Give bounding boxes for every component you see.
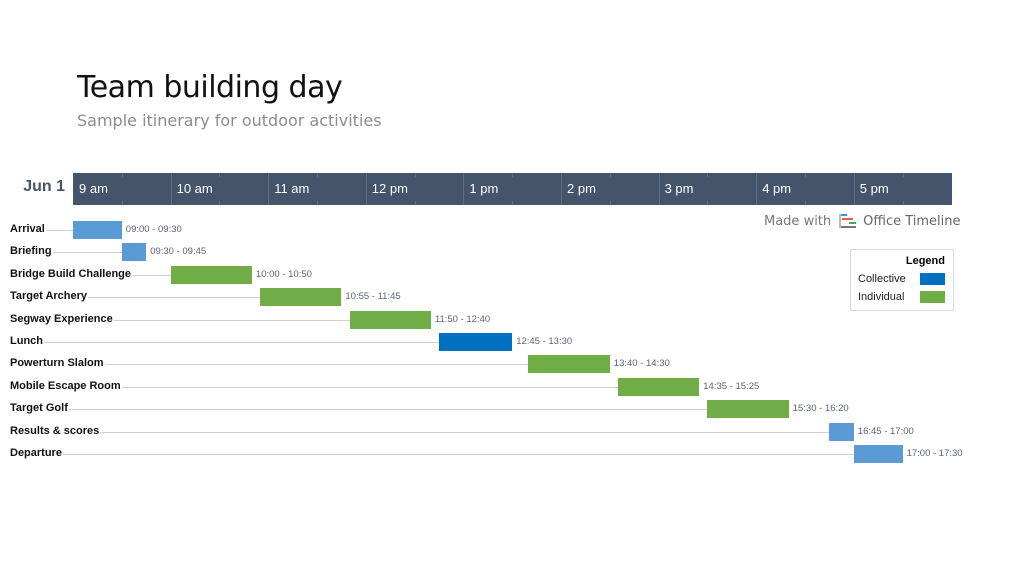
made-with-text: Made with bbox=[764, 213, 832, 229]
row-connector-line bbox=[10, 342, 439, 343]
task-time-label: 09:30 - 09:45 bbox=[150, 246, 207, 258]
hour-tick bbox=[853, 173, 855, 205]
task-bar[interactable] bbox=[260, 288, 342, 307]
half-hour-tick bbox=[609, 201, 611, 205]
half-hour-tick bbox=[414, 173, 416, 177]
task-time-label: 17:00 - 17:30 bbox=[906, 448, 963, 459]
office-timeline-logo-icon bbox=[837, 213, 857, 229]
half-hour-tick bbox=[219, 173, 221, 177]
hour-tick bbox=[268, 173, 270, 205]
legend-swatch-collective bbox=[920, 273, 945, 285]
half-hour-tick bbox=[805, 173, 806, 177]
task-time-label: 16:45 - 17:00 bbox=[857, 425, 914, 437]
hour-tick-label: 11 am bbox=[274, 181, 310, 196]
legend-item-collective: Collective bbox=[858, 273, 906, 285]
task-name: Lunch bbox=[10, 335, 44, 347]
task-time-label: 14:35 - 15:25 bbox=[703, 380, 760, 392]
half-hour-tick bbox=[512, 173, 514, 177]
half-hour-tick bbox=[902, 173, 904, 177]
hour-tick bbox=[365, 173, 367, 205]
half-hour-tick bbox=[317, 173, 318, 177]
task-name: Target Golf bbox=[10, 402, 69, 415]
hour-tick-label: 12 pm bbox=[371, 181, 408, 196]
half-hour-tick bbox=[512, 201, 514, 205]
task-name: Segway Experience bbox=[10, 312, 114, 325]
made-with-watermark: Made with Office Timeline bbox=[764, 213, 961, 229]
task-bar[interactable] bbox=[617, 377, 700, 396]
hour-tick-label: 3 pm bbox=[664, 181, 694, 196]
office-timeline-brand: Office Timeline bbox=[863, 213, 961, 229]
task-bar[interactable] bbox=[73, 221, 122, 239]
task-time-label: 12:45 - 13:30 bbox=[516, 336, 573, 347]
task-time-label: 15:30 - 16:20 bbox=[792, 403, 849, 415]
row-connector-line bbox=[10, 409, 708, 411]
task-time-label: 10:00 - 10:50 bbox=[255, 268, 312, 280]
date-label: Jun 1 bbox=[23, 178, 65, 195]
task-time-label: 13:40 - 14:30 bbox=[613, 358, 670, 370]
half-hour-tick bbox=[707, 173, 709, 177]
task-name: Arrival bbox=[10, 223, 46, 235]
task-name: Target Archery bbox=[10, 290, 89, 303]
hour-tick-label: 2 pm bbox=[567, 181, 596, 196]
task-name: Mobile Escape Room bbox=[10, 379, 122, 392]
half-hour-tick bbox=[707, 201, 709, 205]
legend-item-individual: Individual bbox=[858, 291, 905, 303]
half-hour-tick bbox=[902, 201, 904, 205]
legend: Legend Collective Individual bbox=[850, 249, 954, 311]
half-hour-tick bbox=[609, 173, 611, 177]
hour-tick bbox=[658, 173, 660, 205]
task-name: Departure bbox=[10, 447, 63, 459]
hour-tick-label: 4 pm bbox=[762, 181, 792, 196]
task-bar[interactable] bbox=[853, 445, 903, 463]
half-hour-tick bbox=[219, 201, 221, 205]
hour-tick bbox=[170, 173, 172, 205]
half-hour-tick bbox=[317, 201, 318, 205]
task-name: Results & scores bbox=[10, 424, 101, 437]
task-name: Bridge Build Challenge bbox=[10, 267, 133, 280]
page-title: Team building day bbox=[77, 70, 343, 105]
half-hour-tick bbox=[805, 201, 806, 205]
task-time-label: 11:50 - 12:40 bbox=[434, 313, 491, 325]
task-bar[interactable] bbox=[170, 265, 252, 284]
task-bar[interactable] bbox=[439, 333, 513, 351]
hour-tick-label: 1 pm bbox=[469, 181, 499, 196]
task-bar[interactable] bbox=[121, 243, 147, 262]
half-hour-tick bbox=[414, 201, 416, 205]
task-time-label: 09:00 - 09:30 bbox=[125, 224, 182, 235]
half-hour-tick bbox=[121, 173, 123, 177]
row-connector-line bbox=[10, 454, 854, 455]
task-bar[interactable] bbox=[829, 422, 854, 441]
task-time-label: 10:55 - 11:45 bbox=[345, 291, 401, 303]
hour-tick bbox=[561, 173, 562, 205]
page-subtitle: Sample itinerary for outdoor activities bbox=[77, 111, 382, 130]
task-bar[interactable] bbox=[707, 400, 789, 419]
half-hour-tick bbox=[121, 201, 123, 205]
task-bar[interactable] bbox=[349, 310, 431, 329]
hour-tick bbox=[756, 173, 758, 205]
timescale-band: 9 am 10 am 11 am 12 pm 1 pm 2 pm 3 pm 4 pm 5 pm bbox=[73, 173, 952, 205]
hour-tick-label: 9 am bbox=[79, 181, 108, 196]
legend-swatch-individual bbox=[920, 291, 945, 303]
hour-tick-label: 10 am bbox=[176, 181, 213, 196]
row-connector-line bbox=[10, 431, 830, 433]
hour-tick-label: 5 pm bbox=[859, 181, 889, 196]
legend-title: Legend bbox=[905, 255, 945, 267]
task-bar[interactable] bbox=[528, 355, 610, 374]
task-name: Powerturn Slalom bbox=[10, 357, 105, 370]
task-name: Briefing bbox=[10, 245, 53, 258]
hour-tick bbox=[463, 173, 465, 205]
